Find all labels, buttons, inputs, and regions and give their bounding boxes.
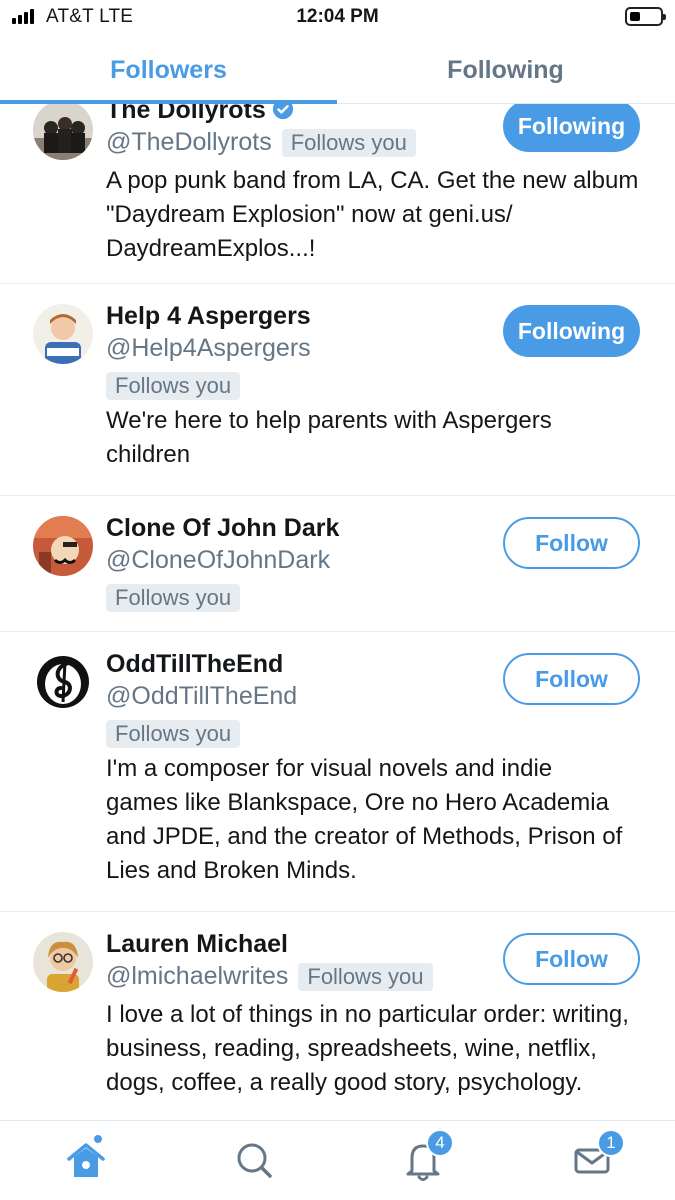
list-item[interactable]: Clone Of John Dark @CloneOfJohnDark Foll… bbox=[0, 496, 675, 632]
follow-button[interactable]: Follow bbox=[503, 653, 640, 705]
follows-you-badge: Follows you bbox=[281, 128, 416, 157]
user-bio: I love a lot of things in no particular … bbox=[106, 1001, 629, 1096]
user-bio: I'm a composer for visual novels and ind… bbox=[106, 755, 623, 884]
user-bio: A pop punk band from LA, CA. Get the new… bbox=[106, 167, 639, 262]
avatar[interactable] bbox=[33, 304, 93, 364]
user-bio: We're here to help parents with Asperger… bbox=[106, 407, 552, 468]
status-time: 12:04 PM bbox=[296, 6, 379, 27]
list-item[interactable]: Lauren Michael @lmichaelwrites Follows y… bbox=[0, 912, 675, 1120]
user-name[interactable]: The Dollyrots bbox=[106, 104, 294, 125]
home-icon[interactable] bbox=[61, 1135, 111, 1185]
list-item[interactable]: Help 4 Aspergers @Help4Aspergers Follows… bbox=[0, 284, 675, 496]
user-name[interactable]: Help 4 Aspergers bbox=[106, 302, 311, 331]
follow-button[interactable]: Follow bbox=[503, 933, 640, 985]
user-name[interactable]: Clone Of John Dark bbox=[106, 514, 339, 543]
active-tab-indicator bbox=[0, 100, 337, 104]
user-handle: @lmichaelwrites bbox=[106, 962, 289, 990]
verified-badge-icon bbox=[272, 104, 293, 120]
avatar[interactable] bbox=[33, 652, 93, 712]
avatar[interactable] bbox=[33, 104, 93, 160]
tab-followers[interactable]: Followers bbox=[0, 36, 337, 104]
notifications-icon[interactable]: 4 bbox=[398, 1129, 454, 1185]
messages-count-badge: 1 bbox=[597, 1129, 625, 1157]
user-name[interactable]: OddTillTheEnd bbox=[106, 650, 283, 679]
avatar[interactable] bbox=[33, 516, 93, 576]
battery-icon bbox=[625, 7, 666, 26]
follows-you-badge: Follows you bbox=[106, 720, 241, 748]
user-name[interactable]: Lauren Michael bbox=[106, 930, 288, 959]
notifications-count-badge: 4 bbox=[426, 1129, 454, 1157]
user-handle: @Help4Aspergers bbox=[106, 334, 311, 362]
avatar[interactable] bbox=[33, 932, 93, 992]
user-handle: @TheDollyrots bbox=[106, 128, 272, 156]
messages-icon[interactable]: 1 bbox=[567, 1129, 625, 1185]
follows-you-badge: Follows you bbox=[106, 584, 241, 612]
following-button[interactable]: Following bbox=[503, 104, 640, 152]
bottom-tab-bar: 4 1 bbox=[0, 1120, 675, 1200]
followers-list[interactable]: The Dollyrots @TheDollyrots Follows you … bbox=[0, 104, 675, 1120]
tab-following[interactable]: Following bbox=[337, 36, 674, 104]
search-icon[interactable] bbox=[229, 1135, 279, 1185]
follows-you-badge: Follows you bbox=[106, 372, 241, 400]
follows-you-badge: Follows you bbox=[298, 962, 433, 991]
followers-tabs: Followers Following bbox=[0, 36, 675, 104]
list-item[interactable]: OddTillTheEnd @OddTillTheEnd Follows you… bbox=[0, 632, 675, 912]
user-handle: @CloneOfJohnDark bbox=[106, 546, 331, 574]
following-button[interactable]: Following bbox=[503, 305, 640, 357]
follow-button[interactable]: Follow bbox=[503, 517, 640, 569]
user-handle: @OddTillTheEnd bbox=[106, 682, 298, 710]
status-bar: AT&T LTE 12:04 PM bbox=[0, 0, 675, 36]
list-item[interactable]: The Dollyrots @TheDollyrots Follows you … bbox=[0, 104, 675, 284]
